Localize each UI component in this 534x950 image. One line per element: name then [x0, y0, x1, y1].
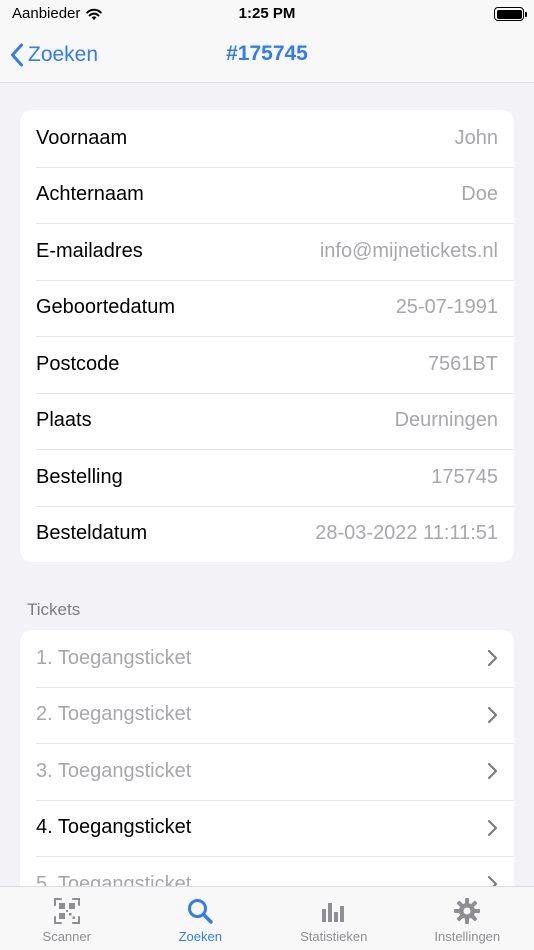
- chevron-right-icon: [487, 763, 498, 780]
- customer-info-card: Voornaam John Achternaam Doe E-mailadres…: [20, 110, 514, 562]
- tab-bar: Scanner Zoeken Statistieken Instellingen: [0, 886, 534, 950]
- ticket-row[interactable]: 5. Toegangsticket: [20, 856, 514, 886]
- info-value: info@mijnetickets.nl: [319, 239, 498, 262]
- tab-label: Instellingen: [434, 929, 501, 944]
- tickets-list: 1. Toegangsticket 2. Toegangsticket 3. T…: [20, 630, 514, 886]
- info-row-voornaam: Voornaam John: [20, 110, 514, 167]
- chevron-right-icon: [487, 876, 498, 886]
- info-row-besteldatum: Besteldatum 28-03-2022 11:11:51: [20, 505, 514, 563]
- info-label: Achternaam: [36, 183, 144, 206]
- status-time: 1:25 PM: [238, 5, 296, 22]
- ticket-label: 5. Toegangsticket: [36, 872, 192, 886]
- tab-zoeken[interactable]: Zoeken: [134, 887, 268, 950]
- ticket-row[interactable]: 3. Toegangsticket: [20, 743, 514, 800]
- info-label: Bestelling: [36, 465, 123, 488]
- detail-content[interactable]: Voornaam John Achternaam Doe E-mailadres…: [0, 84, 534, 886]
- page-title: #175745: [226, 42, 308, 65]
- info-value: 25-07-1991: [395, 296, 498, 319]
- ticket-row[interactable]: 2. Toegangsticket: [20, 686, 514, 744]
- tab-statistieken[interactable]: Statistieken: [267, 887, 401, 950]
- search-icon: [188, 899, 213, 924]
- info-row-achternaam: Achternaam Doe: [20, 166, 514, 224]
- info-value: Doe: [461, 183, 498, 206]
- info-row-geboortedatum: Geboortedatum 25-07-1991: [20, 279, 514, 337]
- info-label: Postcode: [36, 352, 120, 375]
- tab-instellingen[interactable]: Instellingen: [401, 887, 534, 950]
- chevron-right-icon: [487, 819, 498, 836]
- info-value: 175745: [431, 465, 498, 488]
- ticket-row[interactable]: 1. Toegangsticket: [20, 630, 514, 687]
- info-row-plaats: Plaats Deurningen: [20, 392, 514, 450]
- info-label: Geboortedatum: [36, 296, 175, 319]
- ticket-label: 4. Toegangsticket: [36, 816, 192, 839]
- tab-scanner[interactable]: Scanner: [0, 887, 134, 950]
- navigation-bar: Zoeken #175745: [0, 30, 534, 83]
- ticket-label: 1. Toegangsticket: [36, 646, 192, 669]
- info-label: Besteldatum: [36, 522, 148, 545]
- gear-icon: [454, 898, 481, 924]
- battery-icon: [494, 7, 527, 21]
- info-value: Deurningen: [394, 409, 498, 432]
- qr-code-icon: [53, 898, 80, 924]
- info-row-email: E-mailadres info@mijnetickets.nl: [20, 223, 514, 280]
- info-row-postcode: Postcode 7561BT: [20, 336, 514, 393]
- info-value: 28-03-2022 11:11:51: [315, 522, 498, 545]
- info-label: Voornaam: [36, 126, 128, 149]
- bar-chart-icon: [321, 903, 344, 922]
- info-value: John: [454, 126, 498, 149]
- chevron-right-icon: [487, 650, 498, 667]
- info-row-bestelling: Bestelling 175745: [20, 449, 514, 506]
- tab-label: Zoeken: [178, 929, 222, 944]
- tickets-section-header: Tickets: [27, 600, 81, 619]
- ticket-label: 2. Toegangsticket: [36, 703, 192, 726]
- info-label: E-mailadres: [36, 239, 143, 262]
- tab-label: Statistieken: [300, 929, 368, 944]
- status-bar: Aanbieder 1:25 PM: [0, 0, 534, 30]
- tab-label: Scanner: [42, 929, 91, 944]
- ticket-label: 3. Toegangsticket: [36, 759, 192, 782]
- info-label: Plaats: [36, 409, 92, 432]
- info-value: 7561BT: [427, 352, 498, 375]
- ticket-row[interactable]: 4. Toegangsticket: [20, 799, 514, 857]
- chevron-right-icon: [487, 706, 498, 723]
